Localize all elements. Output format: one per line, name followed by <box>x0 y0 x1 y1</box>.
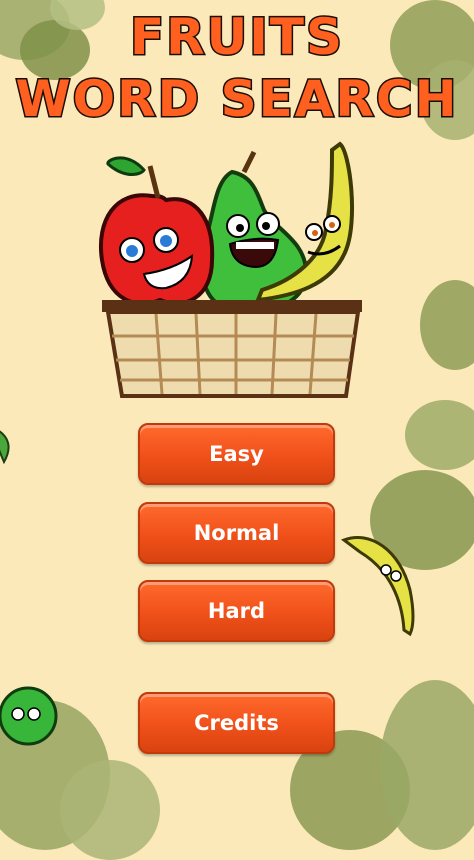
flying-apple-icon <box>0 686 58 746</box>
easy-button[interactable]: Easy <box>138 423 335 485</box>
leaf-edge-icon <box>0 430 10 464</box>
credits-button[interactable]: Credits <box>138 692 335 754</box>
flying-banana-icon <box>340 535 415 637</box>
fruit-basket-illustration <box>99 141 362 398</box>
hard-button[interactable]: Hard <box>138 580 335 642</box>
title-line-2: WORD SEARCH <box>14 69 459 130</box>
title-line-1: FRUITS <box>129 7 344 68</box>
normal-button[interactable]: Normal <box>138 502 335 564</box>
apple-icon <box>99 156 215 306</box>
basket-icon <box>102 300 362 398</box>
